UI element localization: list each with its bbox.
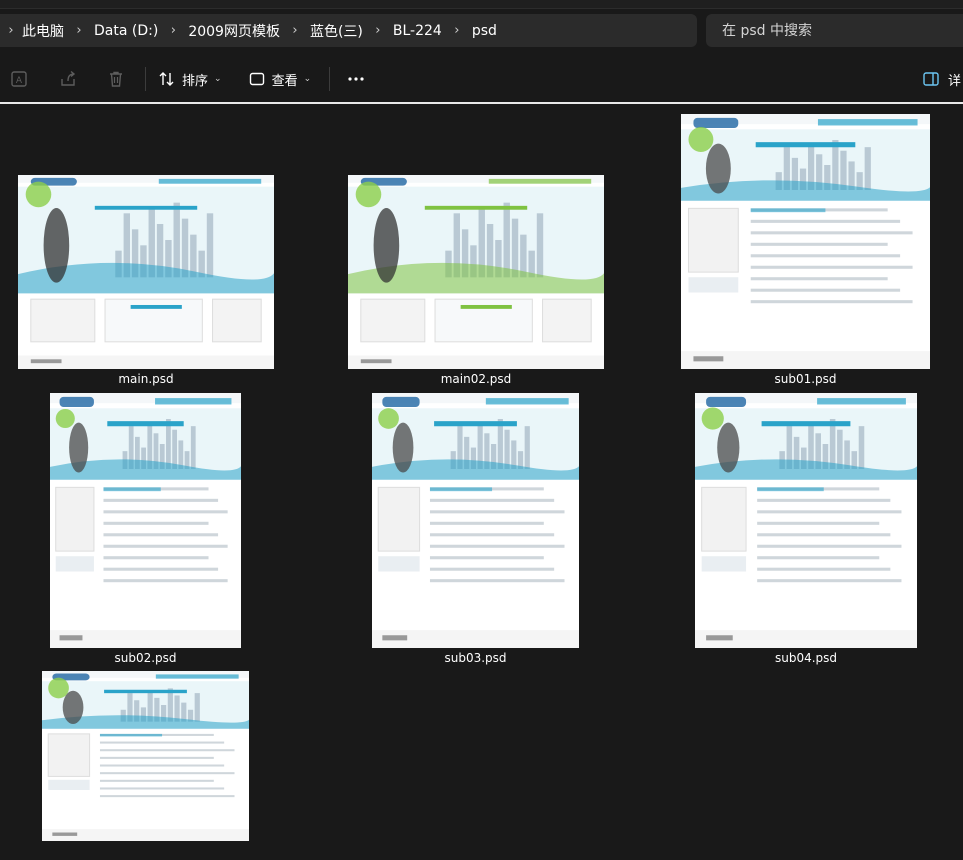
file-thumbnail bbox=[18, 175, 274, 369]
file-name: sub02.psd bbox=[114, 651, 177, 665]
file-name: sub01.psd bbox=[774, 372, 837, 386]
chevron-right-icon[interactable]: › bbox=[64, 23, 94, 38]
view-icon bbox=[249, 72, 264, 86]
thumbnail-preview bbox=[42, 671, 249, 841]
thumbnail-preview bbox=[348, 175, 604, 369]
search-input[interactable] bbox=[720, 21, 954, 40]
details-label: 详 bbox=[948, 73, 962, 89]
chevron-down-icon: ⌄ bbox=[214, 74, 222, 84]
file-name: sub04.psd bbox=[774, 651, 838, 665]
sort-icon bbox=[159, 72, 174, 86]
file-name: main02.psd bbox=[440, 372, 512, 386]
chevron-down-icon: ⌄ bbox=[303, 74, 312, 84]
breadcrumb-blue[interactable]: 蓝色(三) bbox=[310, 21, 363, 41]
command-bar: A 排序 ⌄ 查看 ⌄ 详 bbox=[0, 56, 963, 102]
file-thumbnail bbox=[50, 393, 241, 648]
breadcrumb-data-drive[interactable]: Data (D:) bbox=[94, 23, 158, 39]
more-options-button[interactable] bbox=[346, 62, 366, 96]
chevron-right-icon[interactable]: › bbox=[0, 23, 22, 38]
more-icon bbox=[348, 77, 364, 81]
title-strip bbox=[0, 0, 963, 9]
file-thumbnail bbox=[42, 671, 249, 841]
chevron-right-icon[interactable]: › bbox=[363, 23, 393, 38]
file-thumbnail bbox=[348, 175, 604, 369]
file-thumbnail bbox=[681, 114, 930, 369]
search-box[interactable] bbox=[706, 14, 963, 47]
toolbar-divider bbox=[145, 67, 146, 91]
view-button[interactable]: 查看 ⌄ bbox=[248, 62, 312, 96]
chevron-right-icon[interactable]: › bbox=[158, 23, 188, 38]
file-view[interactable]: main.psd main02.psd sub01.psd sub02.psd … bbox=[0, 105, 963, 860]
breadcrumb-templates[interactable]: 2009网页模板 bbox=[188, 21, 280, 41]
details-pane-button[interactable]: 详 bbox=[922, 62, 961, 96]
breadcrumb-this-pc[interactable]: 此电脑 bbox=[22, 21, 64, 41]
sort-button[interactable]: 排序 ⌄ bbox=[158, 62, 222, 96]
share-icon bbox=[61, 70, 76, 86]
rename-button[interactable]: A bbox=[10, 62, 28, 96]
selection-line bbox=[0, 102, 963, 104]
chevron-right-icon[interactable]: › bbox=[442, 23, 472, 38]
delete-button[interactable] bbox=[107, 62, 125, 96]
address-bar[interactable]: › 此电脑 › Data (D:) › 2009网页模板 › 蓝色(三) › B… bbox=[0, 14, 697, 47]
toolbar-divider bbox=[329, 67, 331, 91]
thumbnail-preview bbox=[695, 393, 917, 648]
svg-text:A: A bbox=[16, 76, 23, 86]
rename-icon: A bbox=[11, 71, 27, 87]
view-label: 查看 bbox=[271, 73, 298, 89]
sort-label: 排序 bbox=[182, 73, 209, 89]
file-thumbnail bbox=[372, 393, 579, 648]
thumbnail-preview bbox=[681, 114, 930, 369]
trash-icon bbox=[110, 71, 122, 87]
file-thumbnail bbox=[695, 393, 917, 648]
thumbnail-preview bbox=[18, 175, 274, 369]
chevron-right-icon[interactable]: › bbox=[280, 23, 310, 38]
breadcrumb-psd[interactable]: psd bbox=[472, 23, 497, 39]
thumbnail-preview bbox=[50, 393, 241, 648]
file-name: main.psd bbox=[118, 372, 174, 386]
thumbnail-preview bbox=[372, 393, 579, 648]
details-pane-icon bbox=[923, 72, 939, 86]
breadcrumb-bl224[interactable]: BL-224 bbox=[393, 23, 442, 39]
share-button[interactable] bbox=[59, 62, 77, 96]
file-name: sub03.psd bbox=[444, 651, 507, 665]
